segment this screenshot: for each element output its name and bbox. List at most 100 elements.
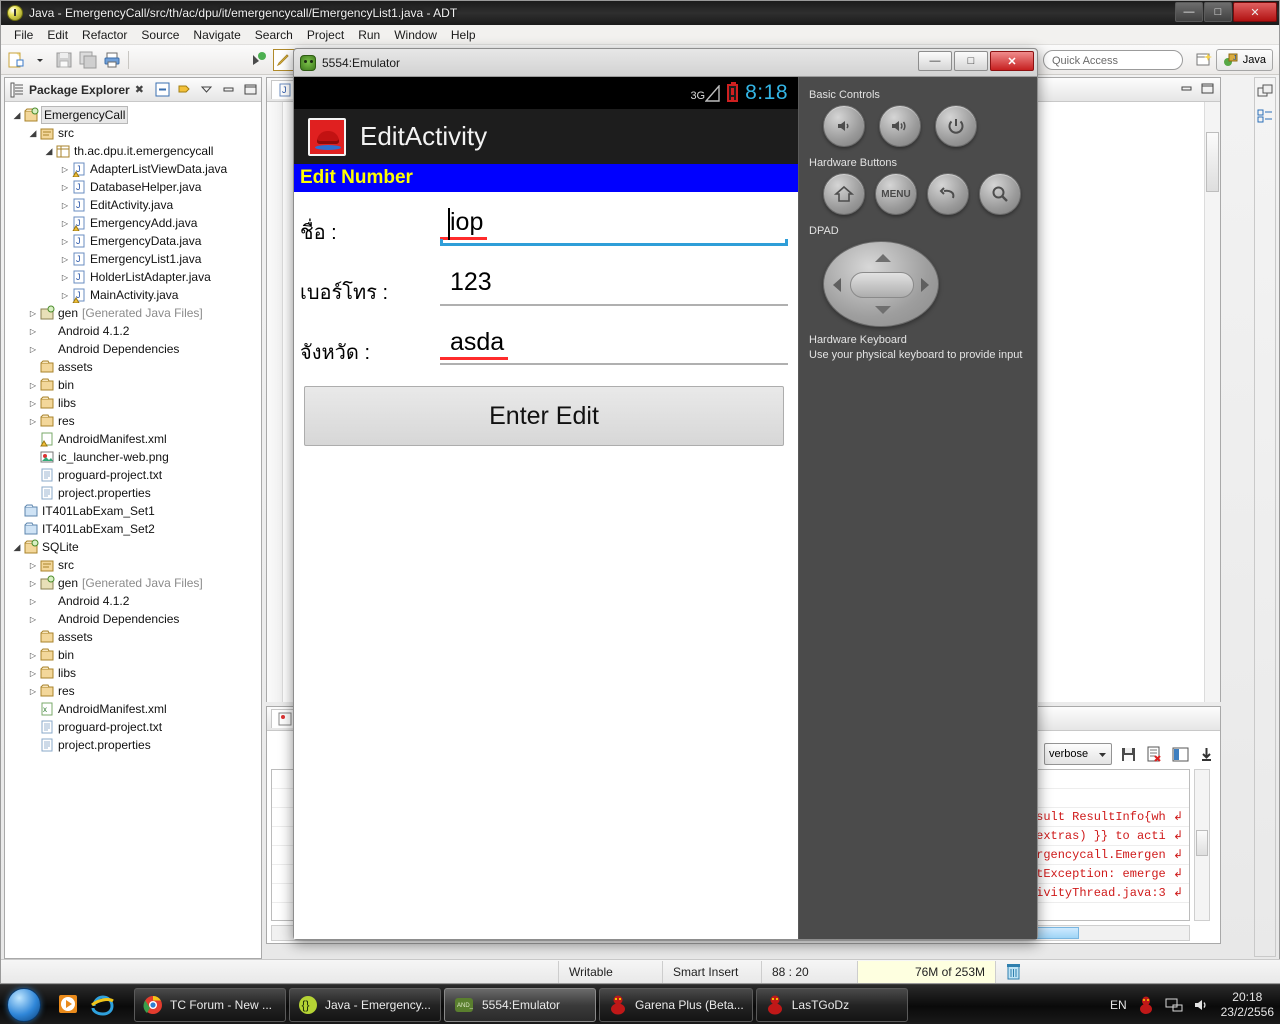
tree-expand-arrow-icon[interactable] [27,597,39,606]
maximize-editor-icon[interactable] [1201,82,1214,98]
input-phone-wrapper[interactable]: 123 [440,266,788,306]
menu-item-help[interactable]: Help [444,26,483,44]
volume-tray-icon[interactable] [1193,996,1211,1014]
volume-up-button[interactable] [879,105,921,147]
taskbar-item-android[interactable]: AND_ 5554:Emulator [444,987,596,1022]
tree-item-android-dependencies[interactable]: Android Dependencies [9,610,261,628]
tree-expand-arrow-icon[interactable] [27,615,39,624]
tree-expand-arrow-icon[interactable] [27,417,39,426]
enter-edit-button[interactable]: Enter Edit [304,386,784,446]
display-layout-icon[interactable] [1170,744,1190,764]
tree-expand-arrow-icon[interactable] [27,345,39,354]
tree-expand-arrow-icon[interactable] [59,255,71,264]
tree-item-databasehelper-java[interactable]: J DatabaseHelper.java [9,178,261,196]
dpad-center-button[interactable] [850,272,914,298]
tree-item-emergencydata-java[interactable]: J EmergencyData.java [9,232,261,250]
tree-item-proguard-project-txt[interactable]: proguard-project.txt [9,466,261,484]
clock-area[interactable]: 20:18 23/2/2556 [1221,990,1274,1020]
dpad-down-icon[interactable] [875,306,891,314]
tree-expand-arrow-icon[interactable] [59,201,71,210]
tree-expand-arrow-icon[interactable] [59,219,71,228]
tree-expand-arrow-icon[interactable] [27,561,39,570]
tree-item-ic-launcher-web-png[interactable]: ic_launcher-web.png [9,448,261,466]
tree-item-android-dependencies[interactable]: Android Dependencies [9,340,261,358]
input-name-wrapper[interactable]: iop [440,206,788,246]
tree-expand-arrow-icon[interactable] [59,273,71,282]
volume-down-button[interactable] [823,105,865,147]
tree-item-emergencycall[interactable]: EmergencyCall [9,106,261,124]
tree-item-androidmanifest-xml[interactable]: AndroidManifest.xml [9,430,261,448]
debug-icon[interactable] [248,49,270,71]
menu-item-edit[interactable]: Edit [40,26,75,44]
tree-item-gen[interactable]: gen[Generated Java Files] [9,304,261,322]
tree-item-assets[interactable]: assets [9,358,261,376]
editor-pencil-icon[interactable] [273,48,295,71]
gc-trash-icon[interactable] [995,960,1031,983]
tree-item-sqlite[interactable]: SQLite [9,538,261,556]
tree-expand-arrow-icon[interactable] [27,687,39,696]
tree-item-editactivity-java[interactable]: J EditActivity.java [9,196,261,214]
outline-view-icon[interactable] [1255,106,1275,126]
emulator-maximize-button[interactable]: □ [954,51,988,71]
tree-expand-arrow-icon[interactable] [27,399,39,408]
open-perspective-icon[interactable] [1195,51,1213,69]
internet-explorer-icon[interactable] [90,992,116,1018]
input-language-indicator[interactable]: EN [1110,998,1127,1012]
restore-perspective-icon[interactable] [1255,82,1275,102]
new-dropdown-icon[interactable] [29,49,51,71]
tree-expand-arrow-icon[interactable] [59,237,71,246]
tree-expand-arrow-icon[interactable] [11,542,23,553]
minimize-view-icon[interactable] [220,82,236,98]
tree-expand-arrow-icon[interactable] [27,327,39,336]
perspective-java-button[interactable]: J Java [1215,49,1273,71]
power-button[interactable] [935,105,977,147]
logcat-level-select[interactable]: verbose [1044,743,1112,765]
link-with-editor-icon[interactable] [176,82,192,98]
window-close-button[interactable]: ✕ [1233,2,1277,22]
tree-item-src[interactable]: src [9,124,261,142]
tree-expand-arrow-icon[interactable] [27,381,39,390]
tree-item-emergencylist1-java[interactable]: J EmergencyList1.java [9,250,261,268]
tree-item-libs[interactable]: libs [9,664,261,682]
tree-expand-arrow-icon[interactable] [27,128,39,139]
back-button[interactable] [927,173,969,215]
menu-item-search[interactable]: Search [248,26,300,44]
quick-access-input[interactable]: Quick Access [1043,50,1183,70]
tree-expand-arrow-icon[interactable] [43,146,55,157]
tree-item-emergencyadd-java[interactable]: JEmergencyAdd.java [9,214,261,232]
tree-item-assets[interactable]: assets [9,628,261,646]
tree-expand-arrow-icon[interactable] [27,309,39,318]
garena-tray-icon[interactable] [1137,996,1155,1014]
tree-expand-arrow-icon[interactable] [27,579,39,588]
view-menu-icon[interactable] [198,82,214,98]
collapse-all-icon[interactable] [154,82,170,98]
menu-item-refactor[interactable]: Refactor [75,26,134,44]
menu-item-project[interactable]: Project [300,26,351,44]
start-button[interactable] [2,987,46,1023]
editor-vertical-scrollbar[interactable] [1204,102,1220,702]
package-explorer-tab[interactable]: Package Explorer ✖ [5,78,261,102]
network-tray-icon[interactable] [1165,996,1183,1014]
emulator-close-button[interactable]: ✕ [990,51,1034,71]
menu-item-run[interactable]: Run [351,26,387,44]
tree-item-libs[interactable]: libs [9,394,261,412]
taskbar-item-garena[interactable]: LasTGoDz [755,987,908,1022]
scroll-lock-icon[interactable] [1196,744,1216,764]
media-player-icon[interactable] [56,992,82,1018]
scrollbar-thumb[interactable] [1196,830,1208,856]
menu-item-navigate[interactable]: Navigate [186,26,247,44]
clear-log-icon[interactable] [1144,744,1164,764]
tree-item-bin[interactable]: bin [9,646,261,664]
tree-item-res[interactable]: res [9,412,261,430]
tree-item-adapterlistviewdata-java[interactable]: JAdapterListViewData.java [9,160,261,178]
print-icon[interactable] [101,49,123,71]
input-province-wrapper[interactable]: asda [440,326,788,365]
taskbar-item-garena[interactable]: Garena Plus (Beta... [599,987,753,1022]
save-log-icon[interactable] [1118,744,1138,764]
tree-item-bin[interactable]: bin [9,376,261,394]
scrollbar-thumb[interactable] [1206,132,1219,192]
tree-item-android-4-1-2[interactable]: Android 4.1.2 [9,592,261,610]
save-icon[interactable] [53,49,75,71]
minimize-editor-icon[interactable] [1180,82,1193,98]
dpad-up-icon[interactable] [875,254,891,262]
